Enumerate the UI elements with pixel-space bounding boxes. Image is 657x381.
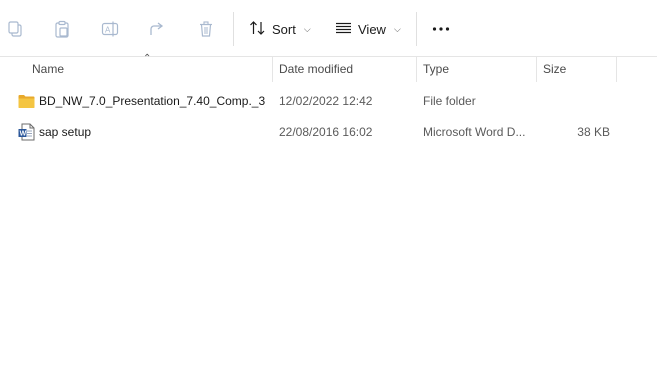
view-icon xyxy=(335,21,352,38)
file-type: Microsoft Word D... xyxy=(423,125,526,139)
rename-icon[interactable]: A xyxy=(99,18,121,40)
column-header-type[interactable]: Type xyxy=(417,57,535,82)
paste-icon[interactable] xyxy=(51,18,73,40)
sort-button[interactable]: Sort ⌵ xyxy=(249,17,311,41)
column-header-size[interactable]: Size xyxy=(537,57,615,82)
file-type: File folder xyxy=(423,94,476,108)
more-options-button[interactable] xyxy=(429,17,453,41)
file-date-modified: 12/02/2022 12:42 xyxy=(279,94,373,108)
delete-icon[interactable] xyxy=(195,18,217,40)
command-bar: A Sort ⌵ View ⌵ xyxy=(0,0,657,57)
toolbar-divider xyxy=(416,12,417,46)
column-header-row: Name Date modified Type Size xyxy=(0,57,657,82)
file-size: 38 KB xyxy=(577,125,610,139)
file-size xyxy=(540,86,610,116)
view-label: View xyxy=(358,21,386,37)
sort-label: Sort xyxy=(272,21,296,37)
word-document-icon: W xyxy=(18,123,35,141)
file-name: BD_NW_7.0_Presentation_7.40_Comp._3_ xyxy=(39,94,265,108)
file-name: sap setup xyxy=(39,125,92,139)
toolbar-divider xyxy=(233,12,234,46)
column-header-name[interactable]: Name xyxy=(26,57,271,82)
more-icon xyxy=(432,27,450,31)
svg-text:A: A xyxy=(105,26,111,35)
folder-icon xyxy=(18,93,35,109)
file-date-modified: 22/08/2016 16:02 xyxy=(279,125,373,139)
share-icon[interactable] xyxy=(146,18,168,40)
chevron-down-icon: ⌵ xyxy=(303,23,311,34)
copy-icon[interactable] xyxy=(4,18,26,40)
file-list-row[interactable]: W sap setup 22/08/2016 16:02 Microsoft W… xyxy=(0,117,657,147)
svg-text:W: W xyxy=(20,131,27,138)
sort-icon xyxy=(249,20,266,39)
chevron-down-icon: ⌵ xyxy=(393,23,401,34)
column-header-date-modified[interactable]: Date modified xyxy=(273,57,415,82)
view-button[interactable]: View ⌵ xyxy=(335,17,401,41)
file-list-row[interactable]: BD_NW_7.0_Presentation_7.40_Comp._3_ 12/… xyxy=(0,86,657,116)
column-divider[interactable] xyxy=(616,57,617,82)
